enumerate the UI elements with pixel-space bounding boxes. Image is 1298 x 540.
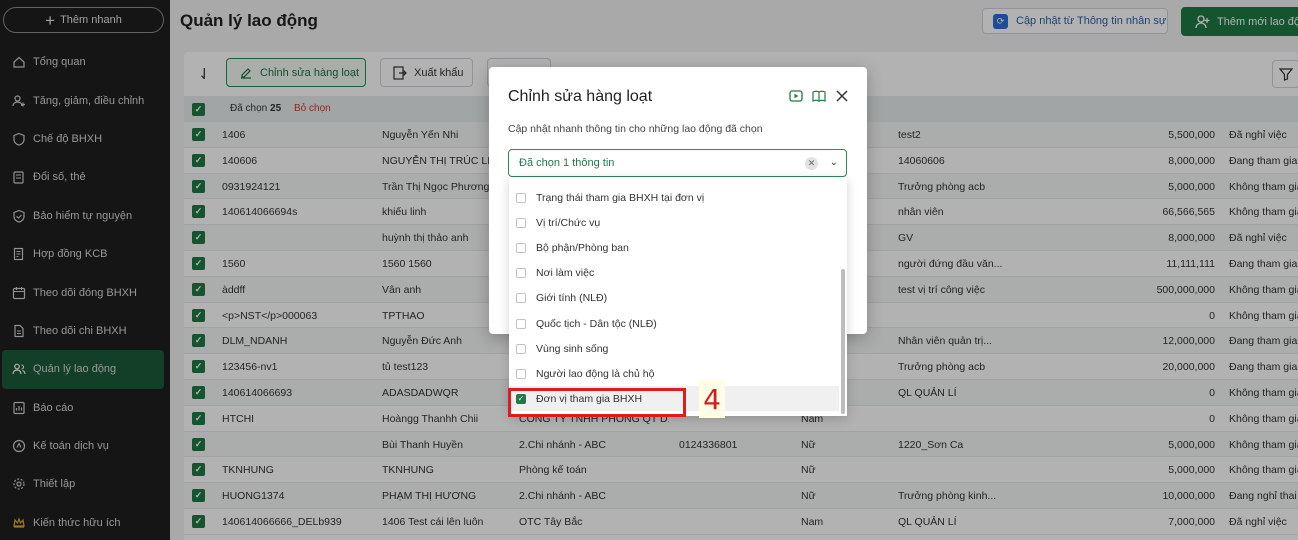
option-label: Quốc tịch - Dân tộc (NLĐ) [536,317,657,330]
field-select-value: Đã chọn 1 thông tin [519,157,615,169]
modal-title: Chỉnh sửa hàng loạt [508,88,653,105]
option-checkbox[interactable] [516,343,526,354]
option-label: Nơi làm việc [536,267,595,280]
modal-description: Cập nhật nhanh thông tin cho những lao đ… [508,123,763,135]
dropdown-option[interactable]: Trạng thái tham gia BHXH tại đơn vị [509,186,839,211]
option-label: Bộ phận/Phòng ban [536,242,629,255]
option-checkbox[interactable] [516,193,526,203]
option-checkbox[interactable] [516,368,526,379]
modal-actions [788,88,849,103]
option-label: Trạng thái tham gia BHXH tại đơn vị [536,192,705,204]
field-dropdown: Trạng thái tham gia BHXH tại đơn vị Vị tr… [509,177,847,416]
dropdown-option[interactable]: Vùng sinh sống [509,336,839,361]
dropdown-option[interactable]: Giới tính (NLĐ) [509,286,839,311]
dropdown-option[interactable]: Nơi làm việc [509,261,839,286]
option-checkbox[interactable] [516,218,526,229]
option-checkbox[interactable] [516,318,526,329]
dropdown-option[interactable]: Bộ phận/Phòng ban [509,236,839,261]
guide-book-icon[interactable] [811,88,826,103]
app-root: + Thêm nhanh Tổng quan Tăng, giảm, điều c… [0,0,1298,540]
dropdown-option[interactable]: Người lao động là chủ hộ [509,361,839,386]
annotation-highlight [508,388,686,417]
dropdown-option[interactable]: Vị trí/Chức vụ [509,211,839,236]
option-checkbox[interactable] [516,293,526,304]
option-label: Người lao động là chủ hộ [536,367,655,380]
option-label: Vùng sinh sống [536,342,609,355]
close-icon[interactable] [834,88,849,103]
option-checkbox[interactable] [516,268,526,279]
dropdown-option[interactable]: Quốc tịch - Dân tộc (NLĐ) [509,311,839,336]
step-number-badge: 4 [699,380,725,418]
option-checkbox[interactable] [516,243,526,254]
clear-selection-icon[interactable]: ✕ [805,157,818,170]
dropdown-scrollbar[interactable] [841,269,845,414]
video-icon[interactable] [788,88,803,103]
chevron-down-icon[interactable]: ⌄ [830,157,838,168]
option-label: Vị trí/Chức vụ [536,217,601,230]
option-label: Giới tính (NLĐ) [536,292,608,305]
field-select[interactable]: Đã chọn 1 thông tin ✕ ⌄ [508,149,847,177]
